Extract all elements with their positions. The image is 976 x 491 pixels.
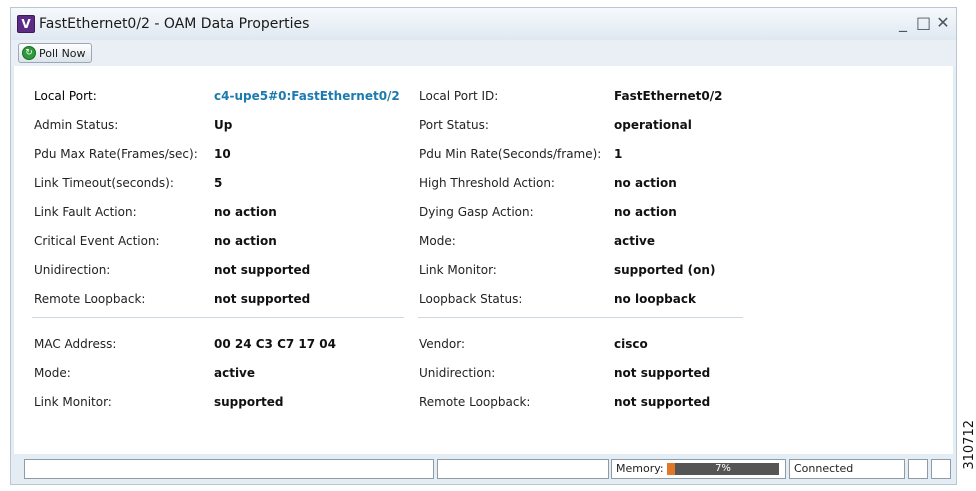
mac-address-label: MAC Address: bbox=[34, 337, 117, 351]
section-divider-right bbox=[418, 317, 743, 318]
unidirection-value: not supported bbox=[214, 263, 311, 277]
remote-mode-value: active bbox=[214, 366, 256, 380]
status-bar: Memory: 7% Connected bbox=[11, 455, 956, 485]
vendor-value: cisco bbox=[614, 337, 648, 351]
local-port-link[interactable]: c4-upe5#0:FastEthernet0/2 bbox=[214, 88, 400, 104]
status-message-field bbox=[24, 459, 434, 479]
memory-bar: 7% bbox=[667, 463, 779, 475]
remote-link-monitor-value: supported bbox=[214, 395, 284, 409]
oam-properties-window: V FastEthernet0/2 - OAM Data Properties … bbox=[10, 7, 957, 485]
unidirection-label: Unidirection: bbox=[34, 263, 111, 277]
link-fault-action-value: no action bbox=[214, 205, 277, 219]
link-fault-action-label: Link Fault Action: bbox=[34, 205, 137, 219]
mode-value: active bbox=[614, 234, 656, 248]
admin-status-label: Admin Status: bbox=[34, 118, 119, 132]
local-port-id-value: FastEthernet0/2 bbox=[614, 89, 723, 103]
status-info-field bbox=[437, 459, 609, 479]
pdu-max-rate-label: Pdu Max Rate(Frames/sec): bbox=[34, 147, 198, 161]
maximize-icon[interactable]: □ bbox=[916, 14, 931, 32]
dying-gasp-action-value: no action bbox=[614, 205, 677, 219]
properties-panel: Local Port: c4-upe5#0:FastEthernet0/2 Ad… bbox=[14, 66, 953, 454]
remote-mode-label: Mode: bbox=[34, 366, 71, 380]
refresh-icon: ↻ bbox=[22, 46, 36, 60]
pdu-max-rate-value: 10 bbox=[214, 147, 231, 161]
critical-event-action-label: Critical Event Action: bbox=[34, 234, 160, 248]
remote-link-monitor-label: Link Monitor: bbox=[34, 395, 112, 409]
figure-number: 310712 bbox=[962, 420, 976, 470]
link-monitor-value: supported (on) bbox=[614, 263, 716, 277]
minimize-icon[interactable]: _ bbox=[896, 14, 910, 32]
toolbar: ↻ Poll Now bbox=[11, 40, 956, 66]
remote-unidirection-label: Unidirection: bbox=[419, 366, 496, 380]
close-icon[interactable]: ✕ bbox=[936, 14, 950, 32]
link-timeout-value: 5 bbox=[214, 176, 223, 190]
high-threshold-action-value: no action bbox=[614, 176, 677, 190]
port-status-label: Port Status: bbox=[419, 118, 489, 132]
remote-loopback-label: Remote Loopback: bbox=[34, 292, 146, 306]
dying-gasp-action-label: Dying Gasp Action: bbox=[419, 205, 534, 219]
mode-label: Mode: bbox=[419, 234, 456, 248]
pdu-min-rate-label: Pdu Min Rate(Seconds/frame): bbox=[419, 147, 602, 161]
loopback-status-label: Loopback Status: bbox=[419, 292, 523, 306]
window-title: FastEthernet0/2 - OAM Data Properties bbox=[39, 16, 310, 32]
mac-address-value: 00 24 C3 C7 17 04 bbox=[214, 337, 336, 351]
port-status-value: operational bbox=[614, 118, 692, 132]
window-controls: _ □ ✕ bbox=[896, 14, 950, 32]
admin-status-value: Up bbox=[214, 118, 233, 132]
remote-unidirection-value: not supported bbox=[614, 366, 711, 380]
link-monitor-label: Link Monitor: bbox=[419, 263, 497, 277]
status-slot-2 bbox=[931, 459, 951, 479]
connection-status: Connected bbox=[789, 459, 905, 479]
memory-indicator: Memory: 7% bbox=[611, 459, 786, 479]
local-port-id-label: Local Port ID: bbox=[419, 89, 499, 103]
poll-now-button[interactable]: ↻ Poll Now bbox=[18, 43, 92, 63]
memory-percent: 7% bbox=[715, 463, 731, 474]
critical-event-action-value: no action bbox=[214, 234, 277, 248]
title-bar[interactable]: V FastEthernet0/2 - OAM Data Properties … bbox=[11, 8, 956, 40]
remote-loopback-r-label: Remote Loopback: bbox=[419, 395, 531, 409]
high-threshold-action-label: High Threshold Action: bbox=[419, 176, 555, 190]
loopback-status-value: no loopback bbox=[614, 292, 696, 306]
status-slot-1 bbox=[908, 459, 928, 479]
remote-loopback-r-value: not supported bbox=[614, 395, 711, 409]
section-divider-left bbox=[32, 317, 404, 318]
app-icon: V bbox=[17, 15, 35, 33]
pdu-min-rate-value: 1 bbox=[614, 147, 623, 161]
local-port-label: Local Port: bbox=[34, 89, 97, 103]
memory-label: Memory: bbox=[616, 462, 664, 475]
remote-loopback-value: not supported bbox=[214, 292, 311, 306]
vendor-label: Vendor: bbox=[419, 337, 465, 351]
poll-now-label: Poll Now bbox=[39, 46, 86, 60]
link-timeout-label: Link Timeout(seconds): bbox=[34, 176, 174, 190]
